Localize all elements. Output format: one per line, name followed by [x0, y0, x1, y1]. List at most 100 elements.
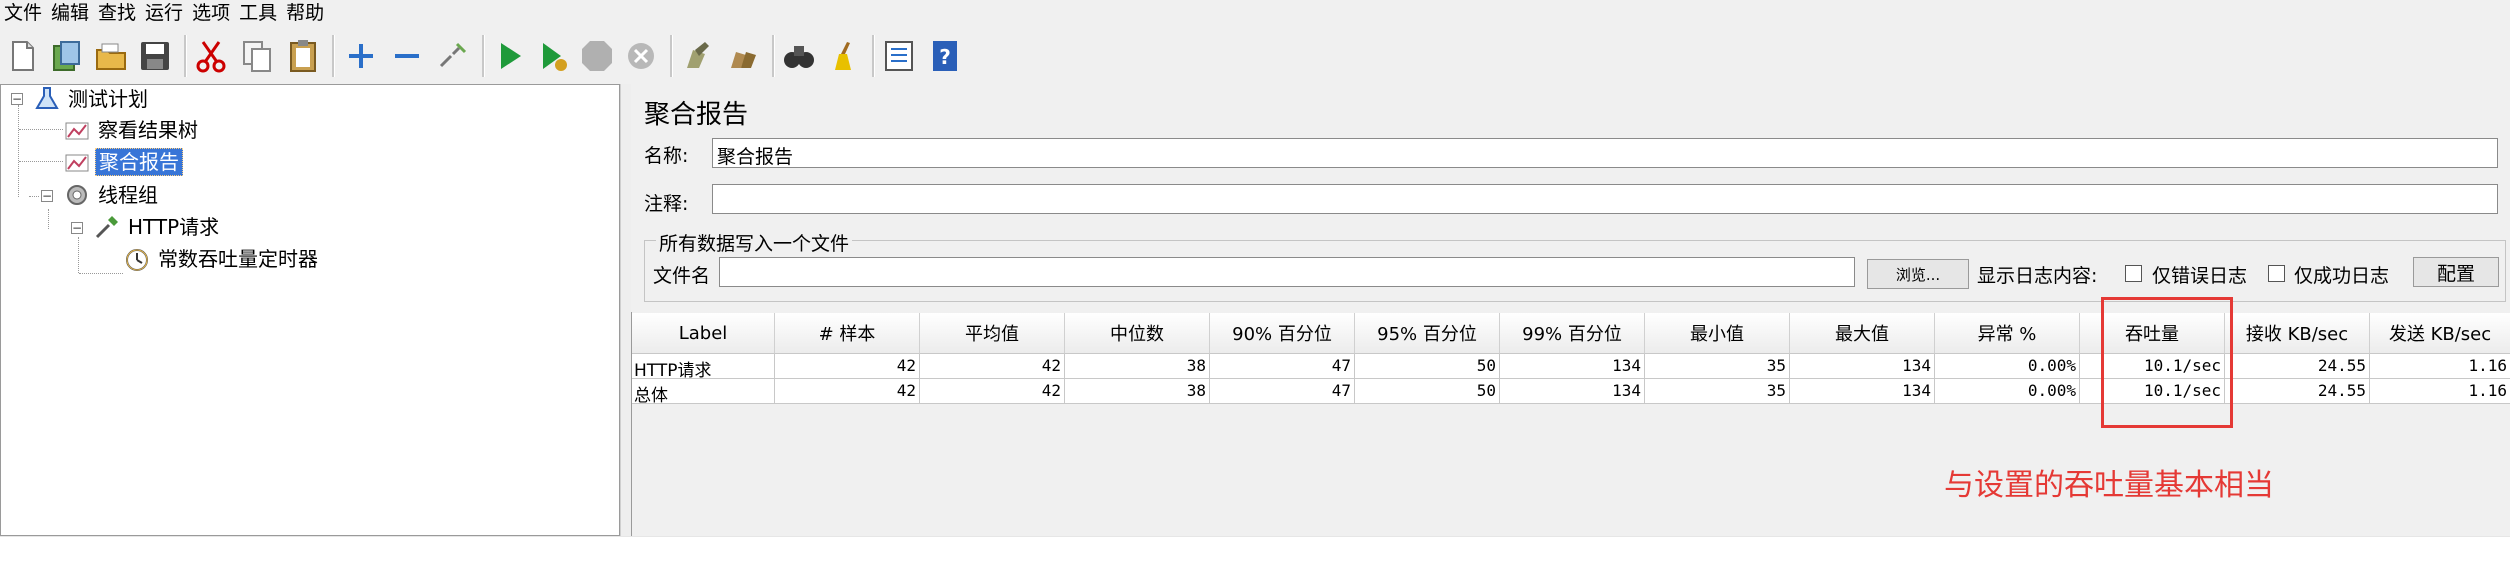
pipette-icon	[93, 213, 121, 241]
menu-bar: 文件 编辑 查找 运行 选项 工具 帮助	[0, 0, 2510, 27]
test-plan-icon	[33, 85, 61, 113]
column-header[interactable]: 异常 %	[1935, 313, 2080, 354]
paste-icon[interactable]	[284, 37, 322, 75]
table-cell: 50	[1355, 379, 1500, 404]
start-no-pause-icon[interactable]	[534, 37, 572, 75]
configure-button[interactable]: 配置	[2413, 257, 2499, 287]
new-icon[interactable]	[4, 37, 42, 75]
collapse-icon[interactable]	[388, 37, 426, 75]
clear-all-icon[interactable]	[724, 37, 762, 75]
table-cell: 总体	[632, 379, 775, 404]
chart-icon	[63, 148, 91, 176]
collapse-toggle-root[interactable]: −	[11, 93, 23, 105]
menu-run[interactable]: 运行	[141, 0, 188, 27]
table-cell: 50	[1355, 354, 1500, 379]
menu-help[interactable]: 帮助	[282, 0, 329, 27]
comment-label: 注释:	[644, 193, 689, 215]
table-cell: 35	[1645, 379, 1790, 404]
column-header[interactable]: 接收 KB/sec	[2225, 313, 2370, 354]
table-cell: 24.55	[2225, 379, 2370, 404]
table-cell: 0.00%	[1935, 379, 2080, 404]
name-field[interactable]: 聚合报告	[712, 138, 2498, 168]
chart-icon	[63, 116, 91, 144]
table-cell: 47	[1210, 379, 1355, 404]
table-cell: 42	[775, 379, 920, 404]
table-cell: 38	[1065, 379, 1210, 404]
column-header[interactable]: # 样本	[775, 313, 920, 354]
column-header[interactable]: 95% 百分位	[1355, 313, 1500, 354]
collapse-toggle-thread-group[interactable]: −	[41, 190, 53, 202]
table-cell: 24.55	[2225, 354, 2370, 379]
column-header[interactable]: 99% 百分位	[1500, 313, 1645, 354]
table-cell: 1.16	[2370, 379, 2510, 404]
cut-icon[interactable]	[192, 37, 230, 75]
copy-icon[interactable]	[238, 37, 276, 75]
write-results-group-title: 所有数据写入一个文件	[656, 229, 853, 256]
menu-edit[interactable]: 编辑	[47, 0, 94, 27]
menu-search[interactable]: 查找	[94, 0, 141, 27]
tree-node-test-plan[interactable]: 测试计划	[33, 85, 151, 113]
filename-label: 文件名	[653, 265, 711, 287]
table-cell: 35	[1645, 354, 1790, 379]
svg-text:?: ?	[939, 45, 951, 69]
shutdown-icon[interactable]	[622, 37, 660, 75]
column-header[interactable]: 90% 百分位	[1210, 313, 1355, 354]
table-cell: 134	[1500, 379, 1645, 404]
comment-field[interactable]	[712, 184, 2498, 214]
tree-node-constant-throughput-timer[interactable]: 常数吞吐量定时器	[123, 245, 321, 273]
table-cell: 134	[1790, 379, 1935, 404]
table-cell: 42	[920, 379, 1065, 404]
gear-icon	[63, 181, 91, 209]
timer-icon	[123, 245, 151, 273]
tree-node-thread-group[interactable]: 线程组	[63, 181, 161, 209]
menu-options[interactable]: 选项	[188, 0, 235, 27]
filename-field[interactable]	[719, 257, 1855, 287]
throughput-annotation: 与设置的吞吐量基本相当	[1944, 468, 2274, 503]
throughput-highlight-box	[2101, 297, 2233, 428]
menu-tools[interactable]: 工具	[235, 0, 282, 27]
clear-icon[interactable]	[678, 37, 716, 75]
stop-icon[interactable]	[578, 37, 616, 75]
panel-title: 聚合报告	[644, 100, 749, 130]
table-cell: 0.00%	[1935, 354, 2080, 379]
column-header[interactable]: 平均值	[920, 313, 1065, 354]
search-icon[interactable]	[780, 37, 818, 75]
success-only-label: 仅成功日志	[2294, 265, 2390, 287]
table-cell: 47	[1210, 354, 1355, 379]
start-icon[interactable]	[490, 37, 528, 75]
column-header[interactable]: Label	[632, 313, 775, 354]
reset-search-icon[interactable]	[824, 37, 862, 75]
menu-file[interactable]: 文件	[0, 0, 47, 27]
table-cell: 1.16	[2370, 354, 2510, 379]
table-cell: 134	[1790, 354, 1935, 379]
table-cell: 42	[920, 354, 1065, 379]
toggle-icon[interactable]	[434, 37, 472, 75]
tree-node-aggregate-report[interactable]: 聚合报告	[63, 148, 183, 176]
table-cell: HTTP请求	[632, 354, 775, 379]
errors-only-label: 仅错误日志	[2152, 265, 2248, 287]
function-helper-icon[interactable]	[880, 37, 918, 75]
tree-node-http-request[interactable]: HTTP请求	[93, 213, 222, 241]
collapse-toggle-http-request[interactable]: −	[71, 222, 83, 234]
table-cell: 134	[1500, 354, 1645, 379]
name-label: 名称:	[644, 145, 689, 167]
expand-icon[interactable]	[342, 37, 380, 75]
help-icon[interactable]: ?	[926, 37, 964, 75]
bottom-strip	[0, 536, 2510, 573]
success-only-checkbox[interactable]	[2268, 265, 2285, 282]
column-header[interactable]: 中位数	[1065, 313, 1210, 354]
table-cell: 38	[1065, 354, 1210, 379]
column-header[interactable]: 最大值	[1790, 313, 1935, 354]
browse-button[interactable]: 浏览...	[1867, 259, 1969, 289]
table-cell: 42	[775, 354, 920, 379]
errors-only-checkbox[interactable]	[2125, 265, 2142, 282]
tree-node-view-results-tree[interactable]: 察看结果树	[63, 116, 201, 144]
log-display-label: 显示日志内容:	[1977, 265, 2098, 287]
templates-icon[interactable]	[48, 37, 86, 75]
test-plan-tree: − 测试计划 察看结果树 聚合报告 − 线程组 − HTTP请求 常数吞吐量定时…	[0, 84, 620, 536]
column-header[interactable]: 最小值	[1645, 313, 1790, 354]
toolbar: ?	[0, 27, 2510, 86]
open-icon[interactable]	[92, 37, 130, 75]
save-icon[interactable]	[136, 37, 174, 75]
column-header[interactable]: 发送 KB/sec	[2370, 313, 2510, 354]
